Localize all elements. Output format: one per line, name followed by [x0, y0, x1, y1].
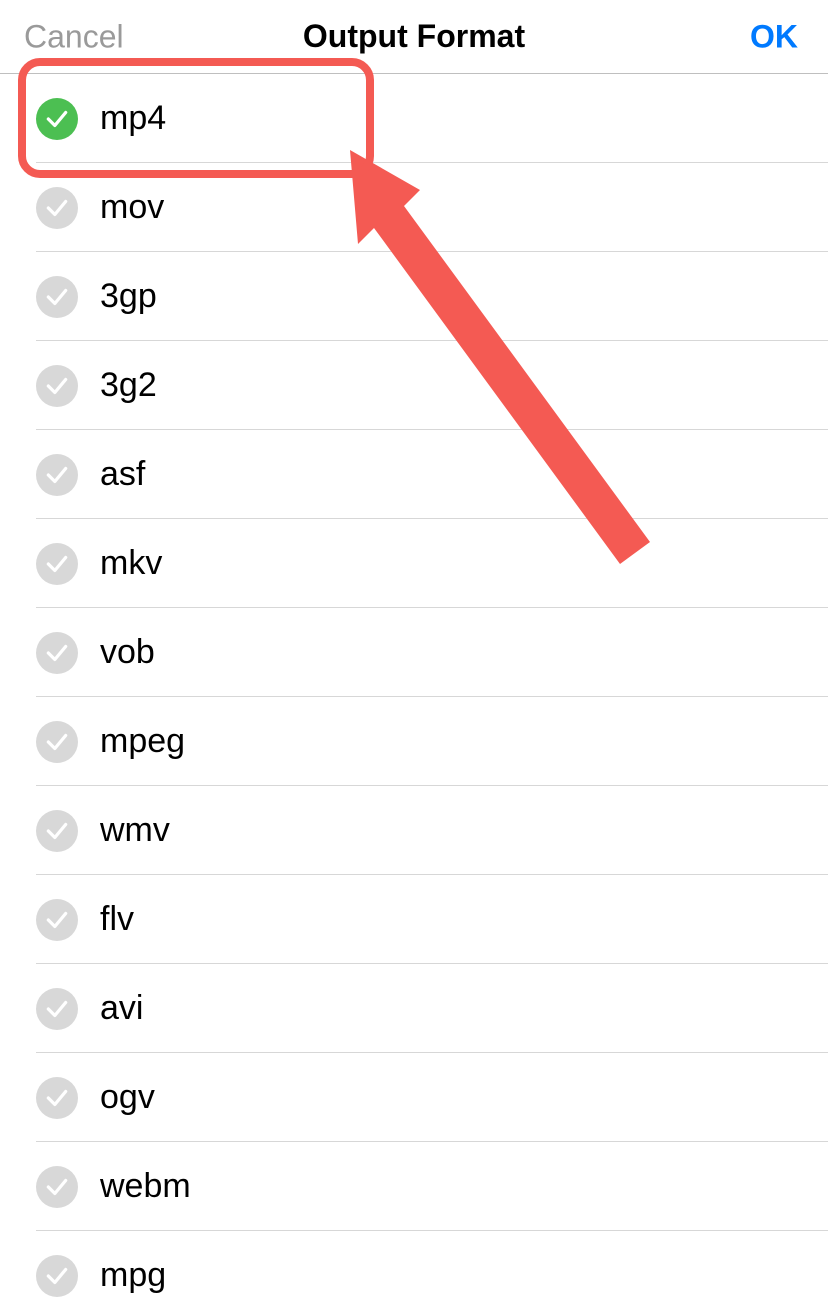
- format-row-avi[interactable]: avi: [0, 964, 828, 1053]
- format-row-mov[interactable]: mov: [0, 163, 828, 252]
- format-label: avi: [100, 989, 143, 1028]
- format-row-mpeg[interactable]: mpeg: [0, 697, 828, 786]
- format-row-mp4[interactable]: mp4: [0, 74, 828, 163]
- format-label: mov: [100, 188, 164, 227]
- page-title: Output Format: [303, 18, 525, 55]
- format-label: wmv: [100, 811, 170, 850]
- format-label: mpg: [100, 1256, 166, 1295]
- format-label: ogv: [100, 1078, 155, 1117]
- header-bar: Cancel Output Format OK: [0, 0, 828, 74]
- checkmark-icon: [36, 365, 78, 407]
- format-label: 3gp: [100, 277, 157, 316]
- format-label: asf: [100, 455, 145, 494]
- checkmark-icon: [36, 187, 78, 229]
- format-row-vob[interactable]: vob: [0, 608, 828, 697]
- format-row-flv[interactable]: flv: [0, 875, 828, 964]
- ok-button[interactable]: OK: [750, 18, 798, 55]
- checkmark-icon: [36, 1255, 78, 1297]
- format-label: mkv: [100, 544, 162, 583]
- checkmark-icon: [36, 276, 78, 318]
- cancel-button[interactable]: Cancel: [24, 18, 124, 55]
- checkmark-icon: [36, 632, 78, 674]
- checkmark-icon: [36, 899, 78, 941]
- format-row-asf[interactable]: asf: [0, 430, 828, 519]
- checkmark-icon: [36, 810, 78, 852]
- format-row-3gp[interactable]: 3gp: [0, 252, 828, 341]
- checkmark-icon: [36, 1077, 78, 1119]
- format-label: vob: [100, 633, 155, 672]
- checkmark-icon: [36, 98, 78, 140]
- format-row-mpg[interactable]: mpg: [0, 1231, 828, 1314]
- format-row-webm[interactable]: webm: [0, 1142, 828, 1231]
- format-row-wmv[interactable]: wmv: [0, 786, 828, 875]
- format-row-3g2[interactable]: 3g2: [0, 341, 828, 430]
- checkmark-icon: [36, 988, 78, 1030]
- checkmark-icon: [36, 721, 78, 763]
- checkmark-icon: [36, 543, 78, 585]
- checkmark-icon: [36, 454, 78, 496]
- format-label: flv: [100, 900, 134, 939]
- format-list: mp4 mov 3gp 3g2 asf mkv vob mpeg wmv flv avi ogv web…: [0, 74, 828, 1314]
- format-row-mkv[interactable]: mkv: [0, 519, 828, 608]
- format-label: webm: [100, 1167, 191, 1206]
- format-row-ogv[interactable]: ogv: [0, 1053, 828, 1142]
- format-label: 3g2: [100, 366, 157, 405]
- checkmark-icon: [36, 1166, 78, 1208]
- format-label: mpeg: [100, 722, 185, 761]
- format-label: mp4: [100, 99, 166, 138]
